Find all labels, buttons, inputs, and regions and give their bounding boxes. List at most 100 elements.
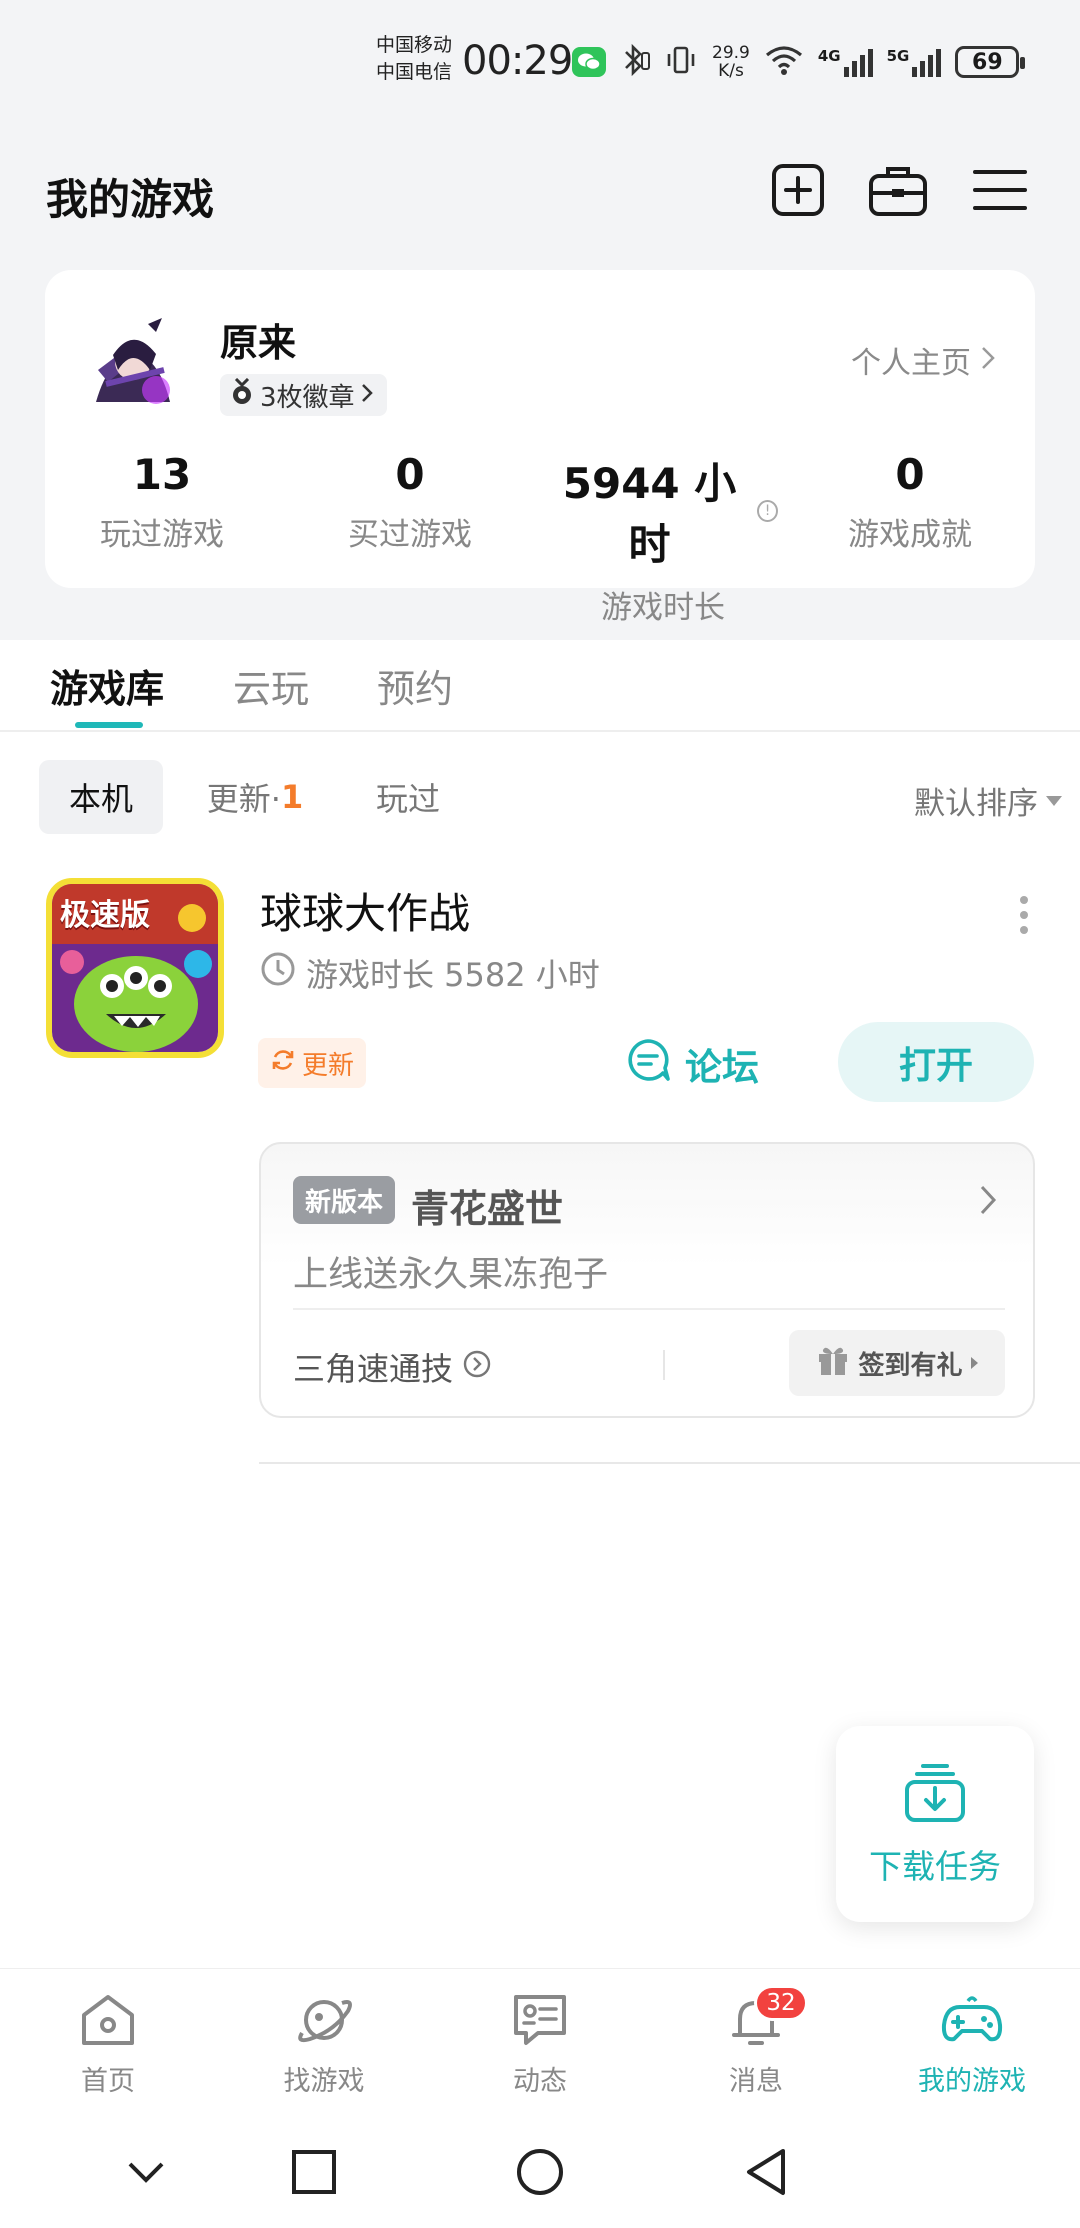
playtime-text: 游戏时长 5582 小时 (306, 956, 600, 994)
app-screen: 中国移动 中国电信 00:29 29.9 K/s 4G 5G 69 我的游戏 原… (0, 0, 1080, 2228)
carrier-info: 中国移动 中国电信 (376, 32, 452, 86)
refresh-icon (270, 1047, 296, 1080)
home-icon (78, 1991, 138, 2053)
signin-gift-button[interactable]: 签到有礼 (789, 1330, 1005, 1396)
system-nav-bar (0, 2116, 1080, 2228)
clock: 00:29 (462, 38, 573, 84)
stat-label: 游戏时长 (601, 590, 725, 626)
nav-my-games[interactable]: 我的游戏 (864, 1991, 1080, 2098)
chevron-right-icon (979, 1184, 997, 1220)
filter-updates[interactable]: 更新· 1 (190, 760, 320, 834)
stat-label: 玩过游戏 (100, 517, 224, 553)
vibrate-icon (664, 43, 698, 81)
info-icon[interactable]: ! (757, 500, 778, 522)
sort-label: 默认排序 (914, 786, 1038, 822)
stat-played[interactable]: 13 玩过游戏 (37, 450, 287, 554)
game-playtime: 游戏时长 5582 小时 (260, 950, 600, 996)
caret-right-icon (970, 1357, 978, 1369)
status-icons: 29.9 K/s 4G 5G 69 (572, 42, 1026, 82)
stat-achievements[interactable]: 0 游戏成就 (785, 450, 1035, 554)
net-speed: 29.9 K/s (712, 44, 750, 80)
open-game-button[interactable]: 打开 (838, 1022, 1034, 1102)
filter-bar: 本机 更新· 1 玩过 默认排序 (0, 760, 1080, 836)
chat-card-icon (510, 1991, 570, 2053)
homepage-label: 个人主页 (851, 346, 971, 381)
gift-icon (816, 1344, 850, 1383)
battery-icon: 69 (955, 46, 1026, 78)
net-speed-unit: K/s (718, 61, 744, 81)
promo-link[interactable]: 三角速通技 (293, 1344, 491, 1390)
chevron-down-icon[interactable] (116, 2142, 176, 2202)
nav-label: 我的游戏 (918, 2066, 1026, 2097)
list-divider (259, 1462, 1080, 1464)
download-tasks-button[interactable]: 下载任务 (836, 1726, 1034, 1922)
sort-dropdown[interactable]: 默认排序 (914, 778, 1062, 823)
page-title: 我的游戏 (46, 175, 215, 224)
promo-link-label: 三角速通技 (293, 1350, 454, 1388)
menu-icon[interactable] (970, 160, 1030, 220)
bottom-nav: 首页 找游戏 动态 消息 32 我的游戏 (0, 1968, 1080, 2116)
tab-cloud-play[interactable]: 云玩 (233, 658, 309, 713)
tab-bar: 游戏库 云玩 预约 (0, 640, 1080, 732)
bluetooth-icon (620, 43, 650, 81)
download-icon (903, 1760, 967, 1828)
signal-5g-icon: 5G (887, 47, 942, 77)
update-tag-label: 更新 (302, 1050, 355, 1081)
nav-feed[interactable]: 动态 (432, 1991, 648, 2098)
game-name[interactable]: 球球大作战 (260, 880, 470, 941)
download-tasks-label: 下载任务 (869, 1847, 1001, 1886)
signin-label: 签到有礼 (858, 1350, 963, 1381)
stat-label: 游戏成就 (848, 517, 972, 553)
nav-discover[interactable]: 找游戏 (216, 1991, 432, 2098)
update-tag[interactable]: 更新 (258, 1038, 367, 1088)
status-bar: 中国移动 中国电信 00:29 29.9 K/s 4G 5G 69 (0, 0, 1080, 120)
signal-4g-icon: 4G (818, 47, 873, 77)
game-icon-badge: 极速版 (60, 898, 150, 933)
promo-card[interactable]: 新版本 青花盛世 上线送永久果冻孢子 三角速通技 签到有礼 (259, 1142, 1035, 1418)
forum-icon (625, 1037, 671, 1092)
filter-local[interactable]: 本机 (39, 760, 163, 834)
clock-icon (260, 951, 296, 995)
stat-value: 0 (895, 450, 925, 499)
chevron-right-icon (361, 380, 373, 410)
nav-home[interactable]: 首页 (0, 1991, 216, 2098)
carrier-1: 中国移动 (376, 34, 453, 56)
battery-level: 69 (972, 49, 1003, 75)
circle-arrow-icon (463, 1348, 491, 1386)
tab-library[interactable]: 游戏库 (50, 658, 164, 713)
tab-reservations[interactable]: 预约 (377, 658, 453, 713)
wifi-icon (764, 44, 804, 80)
recent-apps-icon[interactable] (284, 2142, 344, 2202)
wechat-icon (572, 47, 606, 77)
stat-value: 13 (132, 450, 192, 499)
planet-icon (294, 1991, 354, 2053)
avatar[interactable] (78, 310, 188, 420)
stat-playtime[interactable]: 5944 小时 ! 游戏时长 (548, 450, 778, 627)
stat-value: 5944 小时 (562, 459, 737, 569)
promo-title: 青花盛世 (411, 1187, 564, 1231)
badges-chip[interactable]: 3枚徽章 (220, 374, 387, 416)
game-icon[interactable]: 极速版 (46, 878, 224, 1058)
home-circle-icon[interactable] (510, 2142, 570, 2202)
filter-played[interactable]: 玩过 (358, 760, 458, 834)
gamepad-icon (940, 1991, 1004, 2053)
nav-label: 消息 (729, 2066, 783, 2097)
network-type-1: 4G (817, 47, 841, 65)
back-icon[interactable] (736, 2142, 796, 2202)
add-icon[interactable] (768, 160, 828, 220)
toolbox-icon[interactable] (868, 160, 928, 220)
username: 原来 (220, 321, 297, 365)
forum-button[interactable]: 论坛 (625, 1032, 759, 1096)
divider (293, 1308, 1005, 1310)
main-content: 游戏库 云玩 预约 本机 更新· 1 玩过 默认排序 极速版 球球大作战 游戏时… (0, 640, 1080, 1970)
messages-badge: 32 (754, 1985, 808, 2021)
stat-label: 买过游戏 (348, 517, 472, 553)
filter-updates-label: 更新· (206, 780, 281, 818)
stat-bought[interactable]: 0 买过游戏 (285, 450, 535, 554)
nav-label: 动态 (513, 2066, 567, 2097)
nav-label: 首页 (81, 2066, 135, 2097)
net-speed-value: 29.9 (712, 43, 750, 63)
more-options-icon[interactable] (1020, 896, 1030, 934)
new-version-tag: 新版本 (293, 1176, 396, 1224)
homepage-link[interactable]: 个人主页 (851, 338, 995, 382)
